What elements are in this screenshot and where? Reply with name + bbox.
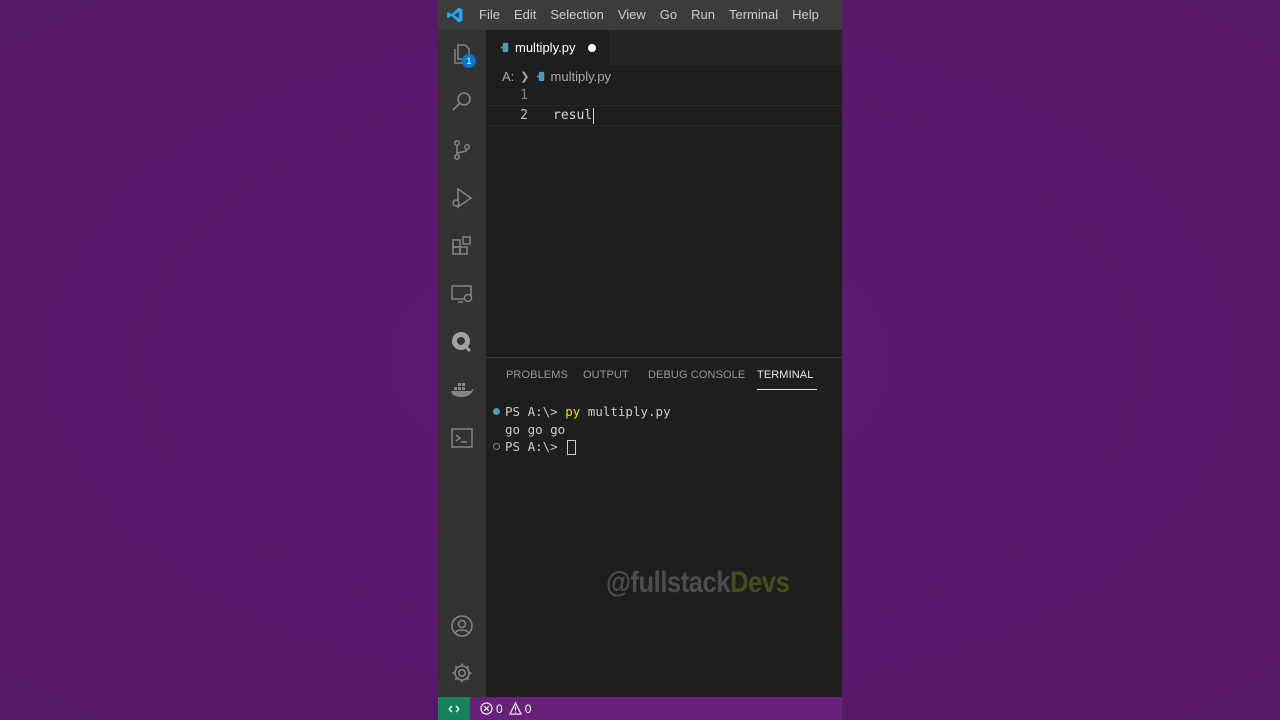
tab-terminal[interactable]: TERMINAL: [757, 369, 818, 390]
command-success-dot-icon[interactable]: [493, 408, 500, 415]
breadcrumb-file[interactable]: multiply.py: [551, 69, 611, 84]
menu-selection[interactable]: Selection: [543, 0, 610, 30]
bottom-panel: PROBLEMS OUTPUT DEBUG CONSOLE TERMINAL P…: [486, 357, 842, 698]
menu-file[interactable]: File: [472, 0, 507, 30]
line-text-wrap: resul: [553, 106, 595, 125]
error-icon: [480, 702, 493, 715]
problems-status[interactable]: 0 0: [480, 702, 531, 716]
tab-problems[interactable]: PROBLEMS: [506, 369, 568, 381]
menu-terminal[interactable]: Terminal: [722, 0, 785, 30]
remote-explorer-icon[interactable]: [438, 270, 486, 318]
breadcrumb-drive[interactable]: A:: [502, 69, 514, 84]
python-file-icon: [536, 71, 547, 82]
terminal-line: go go go: [486, 421, 842, 439]
terminal-output-text: go go go: [505, 421, 566, 437]
remote-indicator-icon[interactable]: [438, 697, 470, 720]
warning-icon: [508, 702, 522, 715]
code-editor[interactable]: 1 2 resul: [486, 86, 842, 126]
chevron-right-icon: ❯: [520, 70, 530, 83]
menu-run[interactable]: Run: [684, 0, 722, 30]
tab-output[interactable]: OUTPUT: [583, 369, 629, 381]
terminal-prompt: PS A:\>: [505, 439, 566, 454]
code-line: 1: [486, 86, 842, 105]
error-count: 0: [496, 701, 503, 716]
menu-go[interactable]: Go: [653, 0, 684, 30]
terminal-output[interactable]: PS A:\> py multiply.py go go go PS A:\>: [486, 403, 842, 456]
terminal-icon[interactable]: [438, 414, 486, 462]
code-line-active: 2 resul: [486, 105, 842, 126]
terminal-line: PS A:\>: [486, 438, 842, 456]
terminal-args: multiply.py: [580, 404, 671, 419]
python-file-icon: [500, 42, 511, 53]
explorer-icon[interactable]: 1: [438, 30, 486, 78]
source-control-icon[interactable]: [438, 126, 486, 174]
extensions-icon[interactable]: [438, 222, 486, 270]
vscode-window: File Edit Selection View Go Run Terminal…: [438, 0, 842, 720]
watermark-devs: Devs: [730, 566, 790, 599]
watermark-handle: @fullstack: [606, 566, 731, 599]
menu-help[interactable]: Help: [785, 0, 826, 30]
menu-view[interactable]: View: [611, 0, 653, 30]
quokka-icon[interactable]: [438, 318, 486, 366]
terminal-cursor: [567, 440, 577, 455]
docker-icon[interactable]: [438, 366, 486, 414]
line-number: 2: [520, 108, 528, 123]
activity-bar: 1: [438, 30, 486, 697]
breadcrumb: A: ❯ multiply.py: [502, 66, 611, 86]
menu-bar: File Edit Selection View Go Run Terminal…: [438, 0, 842, 30]
watermark: @fullstackDevs: [606, 566, 790, 600]
unsaved-dot-icon[interactable]: [588, 43, 597, 52]
command-pending-dot-icon[interactable]: [493, 443, 500, 450]
terminal-line: PS A:\> py multiply.py: [486, 403, 842, 421]
panel-tabs: PROBLEMS OUTPUT DEBUG CONSOLE TERMINAL: [486, 358, 842, 394]
search-icon[interactable]: [438, 78, 486, 126]
settings-gear-icon[interactable]: [438, 649, 486, 697]
warning-count: 0: [524, 701, 532, 716]
vscode-logo-icon: [438, 0, 472, 30]
tab-debug-console[interactable]: DEBUG CONSOLE: [648, 369, 745, 381]
tab-multiply-py[interactable]: multiply.py: [486, 30, 609, 65]
account-icon[interactable]: [438, 602, 486, 650]
explorer-badge: 1: [462, 54, 476, 68]
status-bar: 0 0: [438, 697, 842, 720]
editor-tabs: multiply.py: [486, 30, 842, 65]
terminal-prompt: PS A:\>: [505, 404, 566, 419]
run-debug-icon[interactable]: [438, 174, 486, 222]
text-cursor: [593, 107, 595, 124]
menu-edit[interactable]: Edit: [507, 0, 543, 30]
terminal-command: py: [565, 404, 581, 419]
line-number: 1: [520, 88, 528, 103]
tab-label: multiply.py: [515, 40, 576, 55]
line-text: resul: [553, 108, 593, 123]
